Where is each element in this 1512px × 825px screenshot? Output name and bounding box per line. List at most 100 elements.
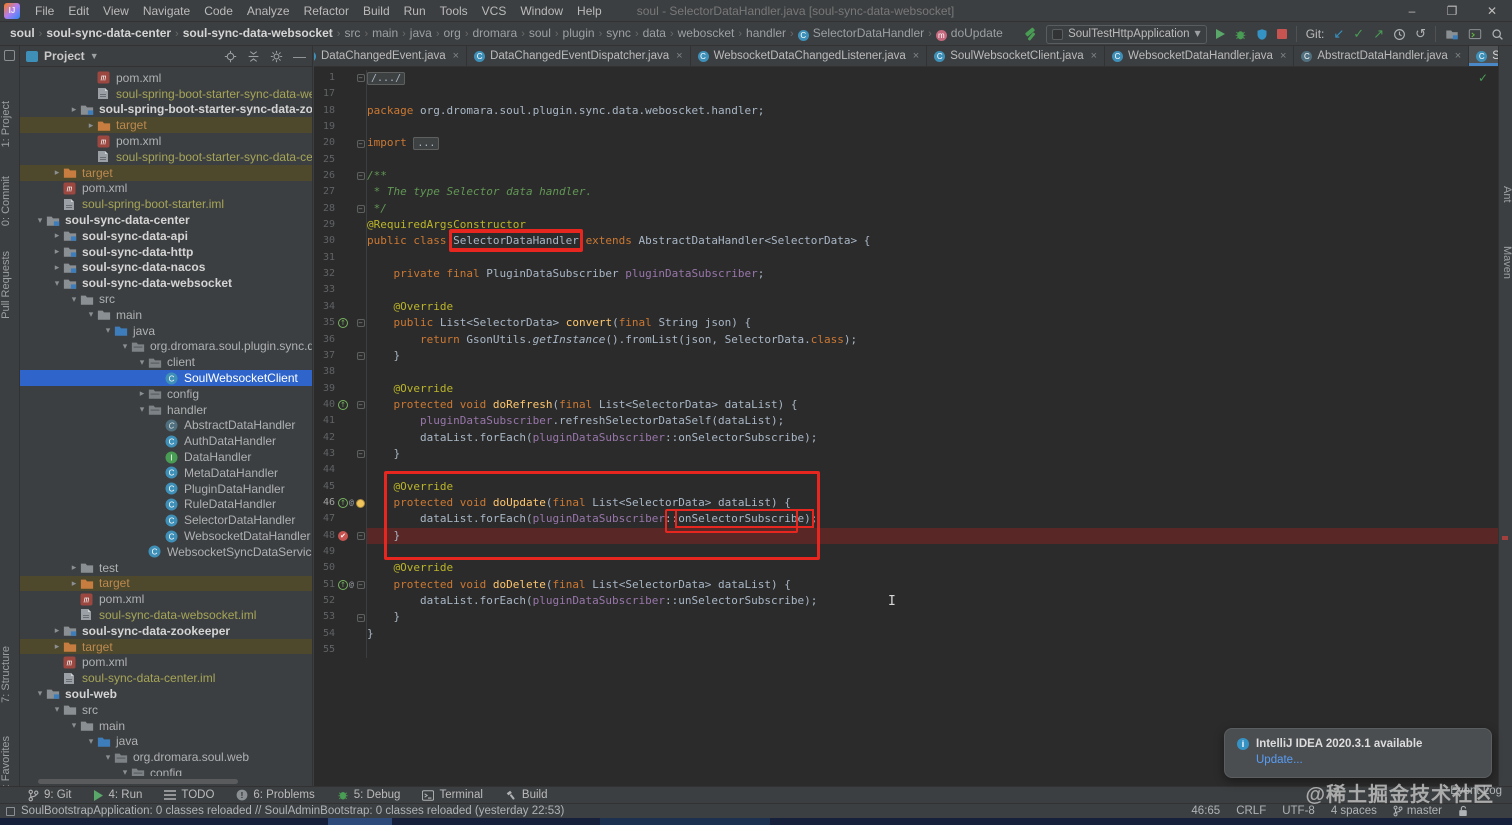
tool-window-button--debug[interactable]: 5: Debug xyxy=(337,789,400,801)
code-line[interactable]: 26 −/** xyxy=(314,168,1498,185)
tree-item[interactable]: ▾ org.dromara.soul.plugin.sync.data.web xyxy=(20,339,312,355)
fold-marker-icon[interactable]: − xyxy=(356,531,365,540)
tree-item[interactable]: ▾ soul-sync-data-center xyxy=(20,212,312,228)
menu-file[interactable]: File xyxy=(28,2,61,20)
fold-marker-icon[interactable]: − xyxy=(356,74,365,83)
tree-item[interactable]: C AbstractDataHandler xyxy=(20,418,312,434)
code-line[interactable]: 20 − import ... xyxy=(314,135,1498,152)
fold-marker-icon[interactable]: − xyxy=(356,139,365,148)
menu-run[interactable]: Run xyxy=(397,2,433,20)
code-line[interactable]: 28 − */ xyxy=(314,200,1498,218)
tree-item[interactable]: m pom.xml xyxy=(20,133,312,149)
code-line[interactable]: 31 xyxy=(314,249,1498,267)
tree-item[interactable]: m pom.xml xyxy=(20,591,312,607)
fold-marker-icon[interactable]: − xyxy=(356,204,365,213)
tool-window-button--git[interactable]: 9: Git xyxy=(28,789,71,802)
close-icon[interactable]: ✕ xyxy=(1472,0,1512,22)
fold-marker-icon[interactable]: − xyxy=(356,352,365,361)
menu-code[interactable]: Code xyxy=(197,2,240,20)
tree-item[interactable]: ▸ soul-sync-data-nacos xyxy=(20,260,312,276)
code-line[interactable]: 18 package org.dromara.soul.plugin.sync.d… xyxy=(314,102,1498,120)
hide-tool-window-icon[interactable]: — xyxy=(293,49,306,64)
update-link[interactable]: Update... xyxy=(1256,754,1479,766)
code-line[interactable]: 36 return GsonUtils.getInstance().fromLi… xyxy=(314,331,1498,348)
menu-navigate[interactable]: Navigate xyxy=(136,2,197,20)
chevron-down-icon[interactable]: ▾ xyxy=(34,215,46,226)
tree-item[interactable]: ▸ soul-spring-boot-starter-sync-data-zook… xyxy=(20,102,312,118)
collapse-all-icon[interactable] xyxy=(247,50,260,63)
code-line[interactable]: 49 xyxy=(314,543,1498,561)
chevron-down-icon[interactable]: ▾ xyxy=(68,294,80,305)
chevron-down-icon[interactable]: ▾ xyxy=(136,404,148,415)
editor-tab[interactable]: C DataChangedEventDispatcher.java × xyxy=(467,46,691,66)
tree-item[interactable]: ▾ main xyxy=(20,307,312,323)
close-icon[interactable]: × xyxy=(453,50,459,62)
code-line[interactable]: 52 dataList.forEach(pluginDataSubscriber… xyxy=(314,593,1498,610)
chevron-right-icon[interactable]: ▸ xyxy=(51,167,63,178)
chevron-down-icon[interactable]: ▾ xyxy=(102,325,114,336)
tree-item[interactable]: ▾ src xyxy=(20,291,312,307)
tool-window-switcher-icon[interactable] xyxy=(4,50,15,61)
code-line[interactable]: 54} xyxy=(314,625,1498,643)
tree-item[interactable]: ▾ handler xyxy=(20,402,312,418)
breadcrumb-item[interactable]: data xyxy=(643,26,666,40)
close-icon[interactable]: × xyxy=(1280,50,1286,62)
line-separator[interactable]: CRLF xyxy=(1236,805,1266,817)
tree-item[interactable]: soul-spring-boot-starter-sync-data-webso… xyxy=(20,86,312,102)
menu-vcs[interactable]: VCS xyxy=(475,2,514,20)
git-push-icon[interactable]: ↗ xyxy=(1373,28,1384,41)
tree-item[interactable]: ▾ org.dromara.soul.web xyxy=(20,749,312,765)
run-button[interactable] xyxy=(1215,29,1225,39)
intention-bulb-icon[interactable] xyxy=(356,498,365,508)
code-line[interactable]: 30 public class SelectorDataHandler exten… xyxy=(314,231,1498,251)
code-line[interactable]: 32 private final PluginDataSubscriber pl… xyxy=(314,266,1498,283)
rollback-icon[interactable]: ↺ xyxy=(1415,28,1426,41)
chevron-right-icon[interactable]: ▸ xyxy=(68,562,80,573)
stripe-button--favorites[interactable]: 2: Favorites xyxy=(0,736,20,793)
code-line[interactable]: 51 ↑ @ − protected void doDelete(final List… xyxy=(314,576,1498,593)
chevron-right-icon[interactable]: ▸ xyxy=(85,120,97,131)
code-line[interactable]: 55 xyxy=(314,642,1498,659)
code-line[interactable]: 29 @RequiredArgsConstructor xyxy=(314,217,1498,234)
tree-item[interactable]: ▸ test xyxy=(20,560,312,576)
chevron-right-icon[interactable]: ▸ xyxy=(51,262,63,273)
code-line[interactable]: 47 dataList.forEach(pluginDataSubscriber… xyxy=(314,509,1498,529)
breadcrumb-item[interactable]: main xyxy=(372,26,398,40)
caret-position[interactable]: 46:65 xyxy=(1191,805,1220,817)
tree-item[interactable]: C SoulWebsocketClient xyxy=(20,370,312,386)
fold-marker-icon[interactable]: − xyxy=(356,450,365,459)
breadcrumb-item[interactable]: soul xyxy=(10,26,35,40)
chevron-down-icon[interactable]: ▾ xyxy=(68,720,80,731)
chevron-right-icon[interactable]: ▸ xyxy=(51,625,63,636)
debug-icon[interactable] xyxy=(1234,28,1247,41)
override-method-icon[interactable]: ↑ xyxy=(338,318,348,329)
menu-analyze[interactable]: Analyze xyxy=(240,2,297,20)
coverage-icon[interactable] xyxy=(1256,28,1268,41)
tree-item[interactable]: m pom.xml xyxy=(20,181,312,197)
chevron-down-icon[interactable]: ▾ xyxy=(34,688,46,699)
chevron-right-icon[interactable]: ▸ xyxy=(136,388,148,399)
stripe-button-ant[interactable]: Ant xyxy=(1498,186,1512,203)
breadcrumb-method[interactable]: doUpdate xyxy=(951,26,1003,40)
breadcrumb-item[interactable]: java xyxy=(410,26,432,40)
code-line[interactable]: 25 xyxy=(314,151,1498,169)
tool-window-button-terminal[interactable]: Terminal xyxy=(422,789,483,801)
tree-item[interactable]: C PluginDataHandler xyxy=(20,481,312,497)
restore-icon[interactable]: ❐ xyxy=(1432,0,1472,22)
chevron-down-icon[interactable]: ▼ xyxy=(90,51,99,61)
minimize-icon[interactable]: – xyxy=(1392,0,1432,22)
tree-item[interactable]: ▸ target xyxy=(20,638,312,655)
tree-item[interactable]: ▸ target xyxy=(20,164,312,181)
code-line[interactable]: 42 dataList.forEach(pluginDataSubscriber… xyxy=(314,429,1498,446)
tree-item[interactable]: soul-spring-boot-starter-sync-data-cente… xyxy=(20,149,312,165)
tree-item[interactable]: ▾ java xyxy=(20,733,312,749)
fold-marker-icon[interactable]: − xyxy=(356,613,365,622)
tree-item[interactable]: m pom.xml xyxy=(20,654,312,670)
breadcrumb-item[interactable]: handler xyxy=(746,26,786,40)
tree-item[interactable]: ▸ soul-sync-data-api xyxy=(20,228,312,244)
code-line[interactable]: 41 pluginDataSubscriber.refreshSelectorD… xyxy=(314,413,1498,430)
code-line[interactable]: 19 xyxy=(314,119,1498,136)
menu-help[interactable]: Help xyxy=(570,2,609,20)
chevron-down-icon[interactable]: ▾ xyxy=(102,752,114,763)
close-icon[interactable]: × xyxy=(1091,50,1097,62)
